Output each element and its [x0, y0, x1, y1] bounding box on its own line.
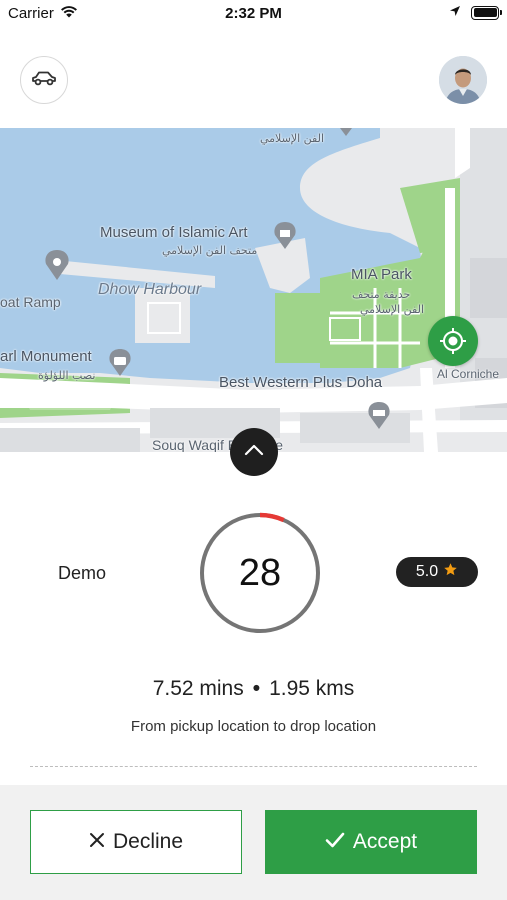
car-icon	[30, 68, 58, 93]
check-icon	[325, 830, 345, 854]
dashed-divider	[30, 766, 477, 767]
map-label-pearl-monument-ar: نصب اللؤلؤة	[38, 369, 96, 382]
trip-stats: 7.52 mins • 1.95 kms	[0, 677, 507, 701]
battery-icon	[471, 5, 502, 20]
countdown-value: 28	[238, 551, 282, 594]
recenter-location-button[interactable]	[428, 316, 478, 366]
rider-name: Demo	[58, 563, 107, 583]
trip-description: From pickup location to drop location	[130, 718, 377, 735]
map-label-al-corniche: Al Corniche	[437, 367, 500, 381]
close-icon	[89, 830, 105, 854]
map-label-boat-ramp: oat Ramp	[0, 294, 61, 310]
collapse-sheet-button[interactable]	[230, 428, 278, 476]
chevron-up-icon	[244, 443, 264, 461]
map-label-pearl-monument: arl Monument	[0, 348, 92, 365]
status-bar: Carrier 2:32 PM	[0, 0, 507, 30]
header	[0, 30, 507, 128]
map-label-museum-ar: متحف الفن الإسلامي	[162, 244, 258, 257]
map-label-dhow-harbour: Dhow Harbour	[98, 281, 202, 298]
map-label-museum: Museum of Islamic Art	[100, 224, 248, 241]
map-label-mia-park-ar2: الفن الإسلامي	[360, 303, 425, 316]
decline-label: Decline	[112, 830, 184, 853]
map-label-mia-park-ar1: حديقة متحف	[352, 288, 411, 301]
map-label-best-western: Best Western Plus Doha	[219, 374, 383, 391]
trip-distance: 1.95 kms	[269, 677, 355, 700]
star-icon	[443, 562, 458, 582]
decline-button[interactable]: Decline	[30, 810, 242, 874]
accept-label: Accept	[352, 830, 418, 853]
status-right	[449, 4, 502, 21]
stats-separator: •	[252, 677, 261, 700]
map-label-arabic-top: الفن الإسلامي	[260, 132, 325, 145]
map-label-mia-park: MIA Park	[351, 266, 412, 283]
location-arrow-icon	[449, 4, 461, 21]
map-canvas	[0, 128, 507, 452]
rating-badge: 5.0	[396, 557, 478, 587]
status-time: 2:32 PM	[225, 5, 282, 22]
avatar[interactable]	[439, 56, 487, 104]
trip-duration: 7.52 mins	[152, 677, 244, 700]
rating-value: 5.0	[415, 563, 439, 580]
car-menu-button[interactable]	[20, 56, 68, 104]
accept-button[interactable]: Accept	[265, 810, 477, 874]
action-bar: Decline Accept	[0, 785, 507, 900]
map[interactable]: الفن الإسلامي Museum of Islamic Art متحف…	[0, 128, 507, 452]
crosshair-icon	[438, 326, 468, 356]
